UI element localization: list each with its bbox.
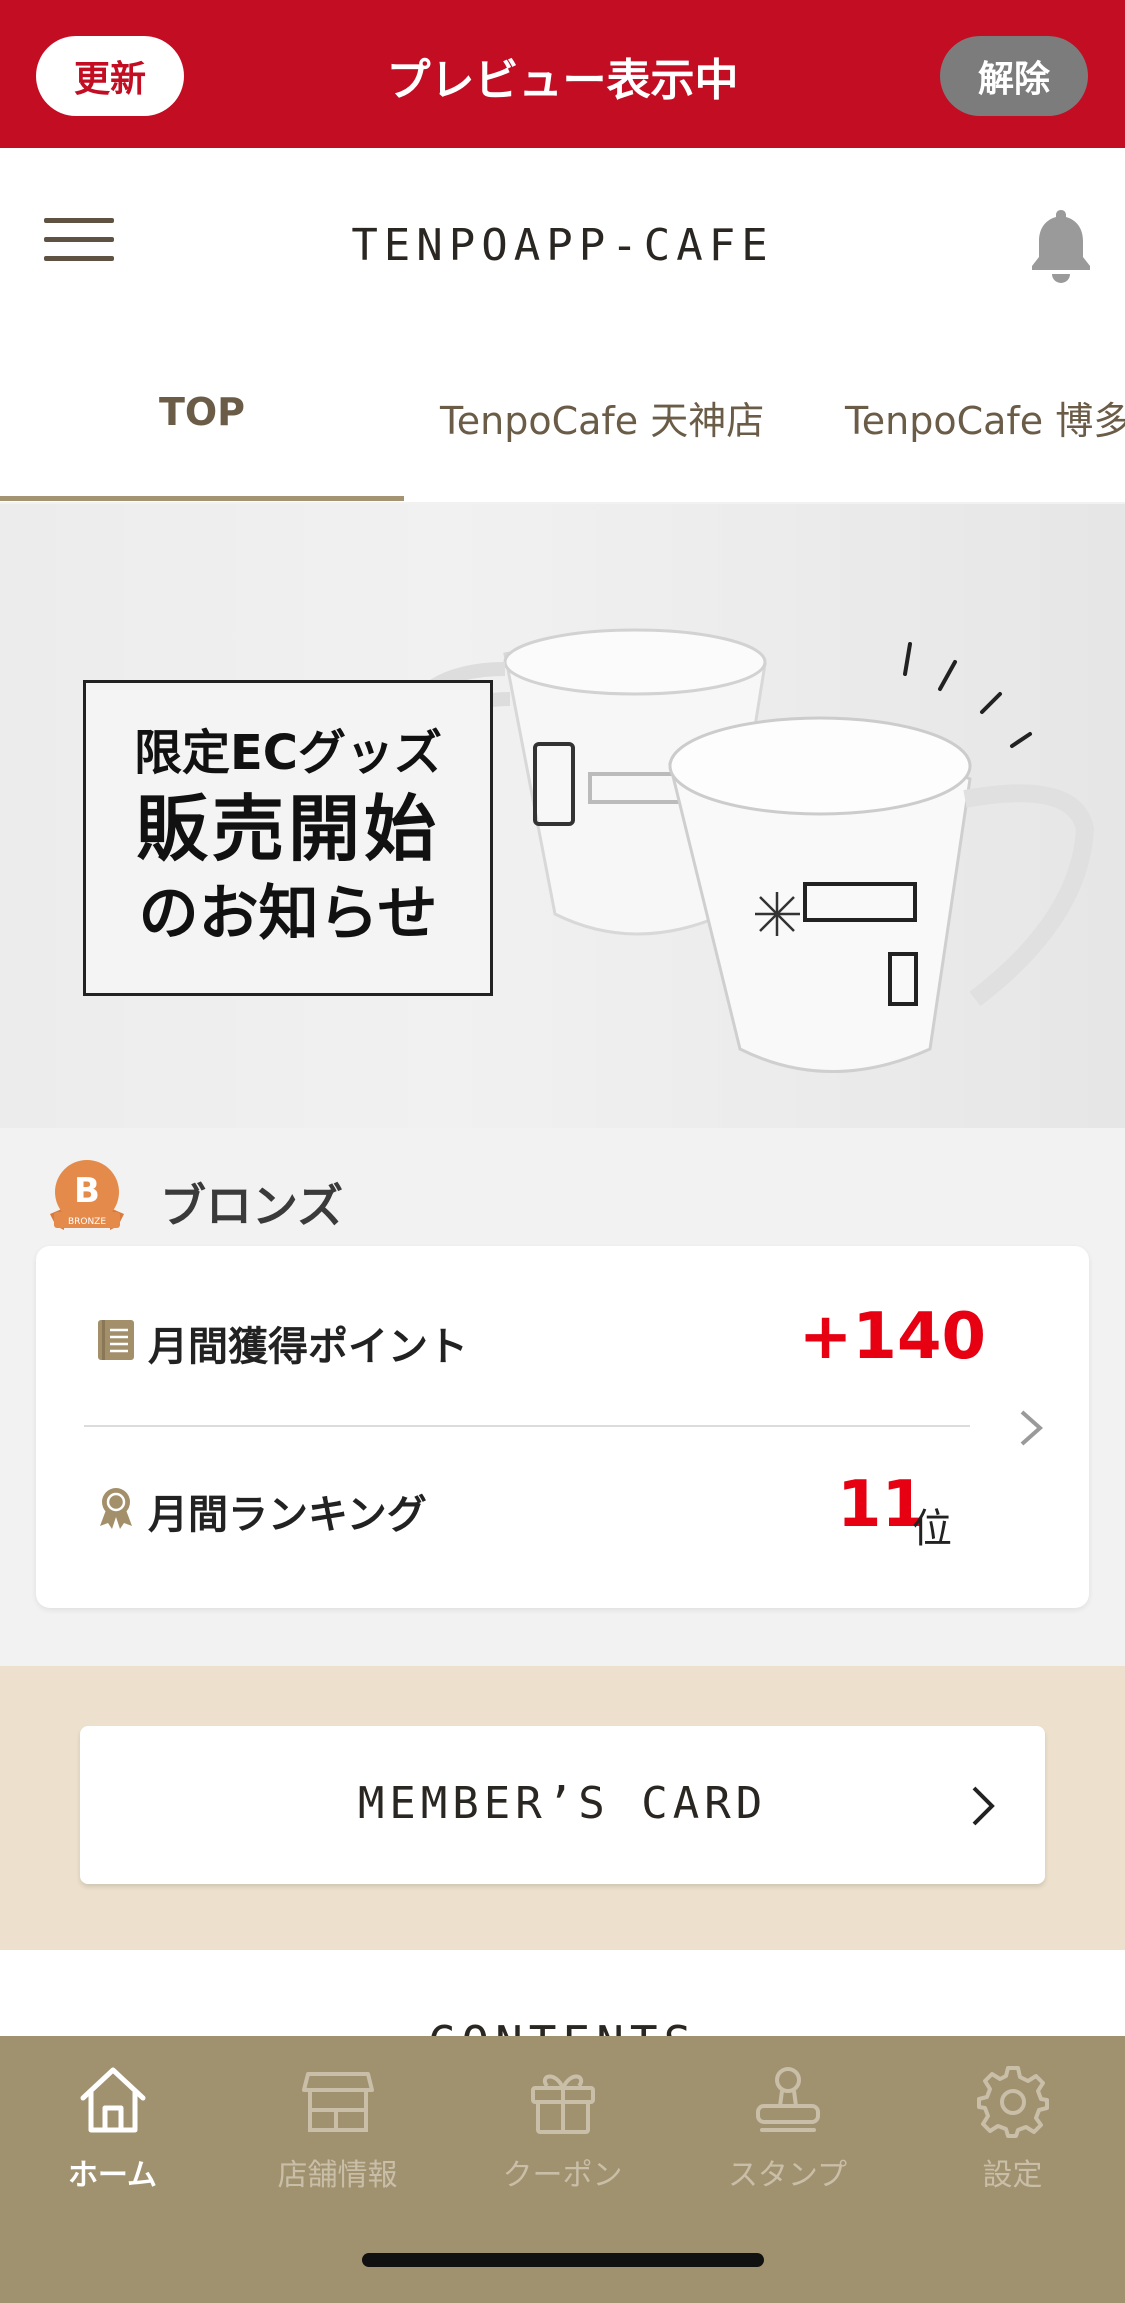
- nav-stamp[interactable]: スタンプ: [675, 2062, 900, 2212]
- tab-tenjin[interactable]: TenpoCafe 天神店: [440, 390, 764, 445]
- app-logo: TENPOAPP-CAFE: [351, 220, 774, 271]
- svg-text:B: B: [74, 1171, 100, 1211]
- award-icon: [100, 1488, 132, 1529]
- nav-label: ホーム: [67, 2158, 158, 2193]
- nav-label: スタンプ: [727, 2158, 848, 2193]
- news-banner[interactable]: 限定ECグッズ 販売開始 のお知らせ: [0, 504, 1125, 1128]
- nav-label: クーポン: [502, 2158, 623, 2193]
- banner-line2: 販売開始: [135, 787, 440, 871]
- bell-icon[interactable]: [1028, 206, 1094, 286]
- bronze-badge-icon: B BRONZE: [50, 1160, 124, 1230]
- banner-text-box: 限定ECグッズ 販売開始 のお知らせ: [83, 680, 493, 996]
- store-tabs: TOP TenpoCafe 天神店 TenpoCafe 博多: [0, 338, 1125, 502]
- points-label: 月間獲得ポイント: [148, 1324, 468, 1370]
- nav-store-info[interactable]: 店舗情報: [225, 2062, 450, 2212]
- nav-label: 設定: [982, 2158, 1043, 2193]
- cups-image: [400, 628, 1095, 1073]
- svg-text:BRONZE: BRONZE: [68, 1217, 106, 1227]
- home-indicator: [362, 2253, 764, 2267]
- home-icon: [80, 2067, 145, 2133]
- cancel-preview-button[interactable]: 解除: [940, 36, 1088, 116]
- nav-settings[interactable]: 設定: [900, 2062, 1125, 2212]
- gift-icon: [530, 2074, 595, 2134]
- points-value: +140: [798, 1300, 986, 1374]
- chevron-right-icon: [1020, 1410, 1044, 1446]
- tab-indicator: [0, 496, 404, 501]
- tab-top[interactable]: TOP: [0, 390, 404, 434]
- store-icon: [301, 2072, 374, 2132]
- stamp-icon: [755, 2067, 820, 2132]
- app-header: TENPOAPP-CAFE: [0, 148, 1125, 338]
- nav-label: 店舗情報: [277, 2158, 398, 2193]
- preview-bar: 更新 プレビュー表示中 解除: [0, 0, 1125, 148]
- member-card-section: MEMBER’S CARD: [0, 1666, 1125, 1950]
- member-card-label: MEMBER’S CARD: [357, 1778, 768, 1829]
- banner-line3: のお知らせ: [138, 879, 438, 949]
- ranking-value: 11: [836, 1468, 926, 1542]
- tab-hakata[interactable]: TenpoCafe 博多: [845, 390, 1125, 445]
- rank-section: B BRONZE ブロンズ 月間獲得ポイント +140 月間ランキング 11 位: [0, 1128, 1125, 1666]
- gear-icon: [976, 2066, 1049, 2138]
- nav-coupon[interactable]: クーポン: [450, 2062, 675, 2212]
- chevron-right-icon: [972, 1786, 995, 1826]
- book-icon: [98, 1320, 134, 1360]
- banner-line1: 限定ECグッズ: [133, 725, 443, 781]
- ranking-unit: 位: [912, 1506, 952, 1552]
- card-divider: [84, 1425, 970, 1427]
- rank-card[interactable]: 月間獲得ポイント +140 月間ランキング 11 位: [36, 1246, 1089, 1608]
- nav-home[interactable]: ホーム: [0, 2062, 225, 2212]
- rank-label: ブロンズ: [160, 1179, 344, 1233]
- member-card-button[interactable]: MEMBER’S CARD: [80, 1726, 1045, 1884]
- ranking-label: 月間ランキング: [148, 1492, 427, 1538]
